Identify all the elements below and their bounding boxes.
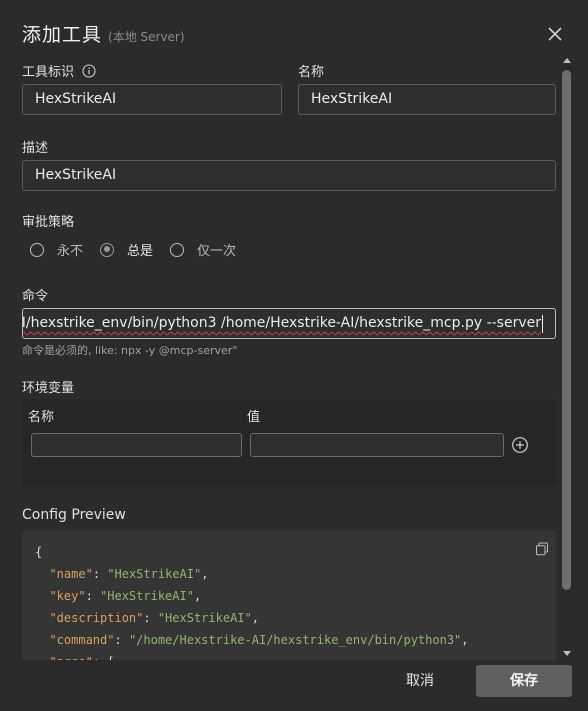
env-value-input[interactable] — [250, 433, 504, 457]
dialog-footer: 取消 保存 — [0, 660, 588, 711]
radio-label-once: 仅一次 — [197, 244, 237, 259]
command-hint: 命令是必须的, like: npx -y @mcp-server" — [22, 344, 238, 357]
json-value: "/home/Hexstrike-AI/hexstrike_env/bin/py… — [128, 633, 462, 647]
cancel-button[interactable]: 取消 — [389, 666, 451, 696]
radio-never[interactable] — [30, 242, 44, 257]
config-preview: { "name": "HexStrikeAI", "key": "HexStri… — [22, 530, 556, 670]
description-input[interactable]: HexStrikeAI — [22, 160, 556, 191]
scroll-down-arrow[interactable] — [563, 651, 571, 656]
env-col-value: 值 — [247, 410, 261, 425]
command-label: 命令 — [22, 289, 49, 304]
dialog-header: 添加工具 (本地 Server) — [22, 20, 185, 47]
env-panel: 名称 值 — [22, 399, 556, 486]
approval-option-always[interactable]: 总是 — [100, 240, 153, 259]
json-open-brace: { — [35, 545, 43, 559]
tool-id-label-text: 工具标识 — [22, 65, 75, 80]
add-tool-dialog: 添加工具 (本地 Server) 工具标识 名称 HexStrikeAI Hex… — [0, 0, 588, 711]
approval-radio-group: 永不 总是 仅一次 — [30, 240, 253, 259]
json-trail: , — [193, 589, 202, 603]
env-col-name: 名称 — [28, 410, 55, 425]
preview-label: Config Preview — [22, 507, 126, 523]
radio-once[interactable] — [170, 242, 185, 257]
command-input-value: /home/Hexstrike-AI/hexstrike_env/bin/pyt… — [22, 315, 541, 331]
approval-option-never[interactable]: 永不 — [30, 240, 83, 259]
env-label: 环境变量 — [22, 381, 75, 396]
close-icon — [548, 27, 562, 41]
radio-always[interactable] — [100, 242, 115, 257]
copy-icon[interactable] — [535, 542, 549, 556]
command-input[interactable]: /home/Hexstrike-AI/hexstrike_env/bin/pyt… — [22, 308, 556, 339]
radio-label-never: 永不 — [57, 244, 84, 259]
dialog-subtitle: (本地 Server) — [108, 30, 185, 44]
json-value: "HexStrikeAI" — [157, 611, 252, 625]
close-button[interactable] — [545, 24, 565, 44]
scrollbar-thumb[interactable] — [562, 70, 571, 590]
json-key: "command" — [49, 633, 115, 647]
json-value: "HexStrikeAI" — [107, 567, 202, 581]
info-icon[interactable] — [82, 64, 96, 78]
json-trail: , — [461, 633, 469, 647]
save-button[interactable]: 保存 — [476, 665, 572, 697]
json-key: "description" — [49, 611, 144, 625]
description-label: 描述 — [22, 141, 49, 156]
add-circle-icon[interactable] — [511, 436, 529, 454]
name-label: 名称 — [298, 65, 325, 80]
json-trail: , — [251, 611, 259, 625]
json-key: "name" — [49, 567, 93, 581]
config-preview-code: { "name": "HexStrikeAI", "key": "HexStri… — [35, 541, 469, 670]
dialog-title: 添加工具 — [22, 24, 103, 46]
scroll-up-arrow[interactable] — [563, 58, 571, 63]
approval-label: 审批策略 — [22, 215, 75, 230]
json-key: "key" — [49, 589, 86, 603]
name-input[interactable]: HexStrikeAI — [298, 84, 556, 115]
radio-label-always: 总是 — [127, 244, 154, 259]
json-value: "HexStrikeAI" — [100, 589, 194, 603]
tool-id-input[interactable]: HexStrikeAI — [22, 84, 282, 115]
scrollbar[interactable] — [560, 56, 574, 660]
env-name-input[interactable] — [31, 433, 242, 457]
approval-option-once[interactable]: 仅一次 — [170, 240, 236, 259]
tool-id-label: 工具标识 — [22, 61, 96, 80]
json-trail: , — [201, 567, 209, 581]
text-caret — [542, 315, 543, 333]
